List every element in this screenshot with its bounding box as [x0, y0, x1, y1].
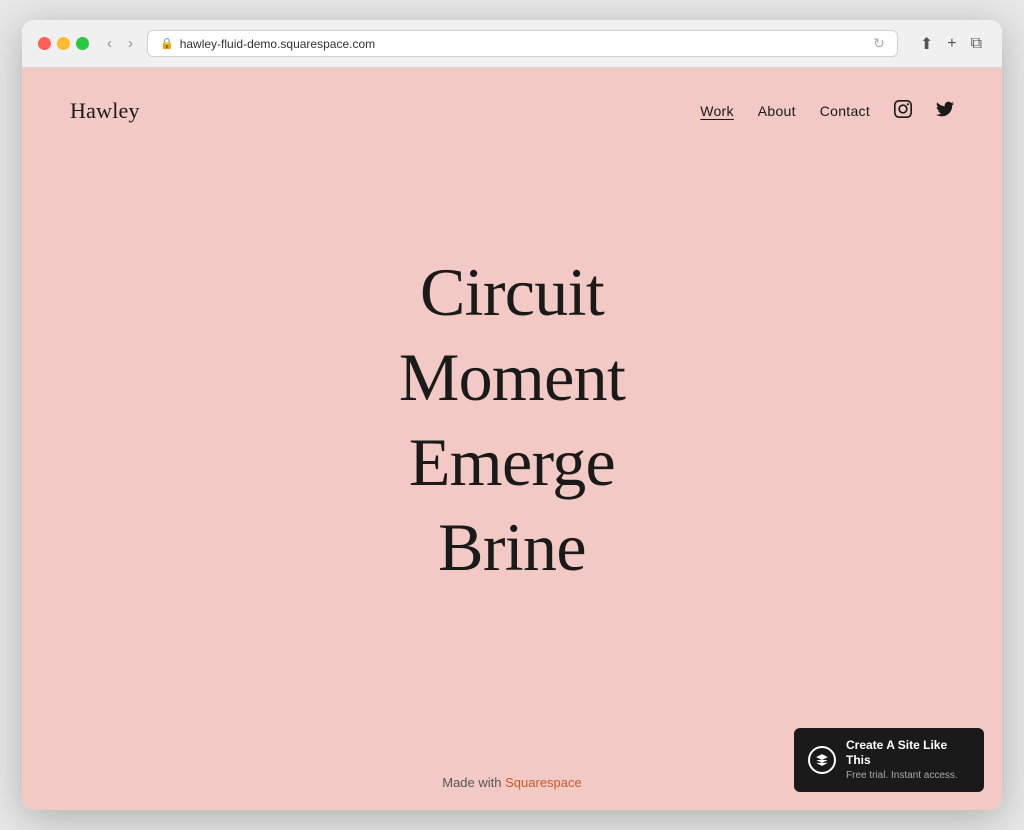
- share-button[interactable]: ⬆: [916, 32, 937, 56]
- address-bar[interactable]: 🔒 hawley-fluid-demo.squarespace.com ↻: [147, 30, 898, 57]
- lock-icon: 🔒: [160, 37, 174, 50]
- browser-controls: ‹ ›: [103, 34, 137, 53]
- browser-window: ‹ › 🔒 hawley-fluid-demo.squarespace.com …: [22, 20, 1002, 810]
- project-list: Circuit Moment Emerge Brine: [399, 250, 625, 590]
- minimize-button[interactable]: [57, 37, 70, 50]
- project-item-1[interactable]: Moment: [399, 335, 625, 420]
- new-tab-button[interactable]: +: [943, 33, 960, 55]
- instagram-icon[interactable]: [894, 100, 912, 123]
- browser-actions: ⬆ + ⧉: [916, 32, 986, 56]
- copy-button[interactable]: ⧉: [967, 33, 986, 55]
- close-button[interactable]: [38, 37, 51, 50]
- badge-sub-text: Free trial. Instant access.: [846, 769, 970, 782]
- twitter-icon[interactable]: [936, 100, 954, 123]
- site-main: Circuit Moment Emerge Brine: [22, 144, 1002, 755]
- footer-prefix: Made with: [442, 775, 505, 790]
- project-item-2[interactable]: Emerge: [409, 420, 615, 505]
- project-item-3[interactable]: Brine: [438, 505, 586, 590]
- maximize-button[interactable]: [76, 37, 89, 50]
- site-header: Hawley Work About Contact: [22, 68, 1002, 144]
- url-text: hawley-fluid-demo.squarespace.com: [180, 37, 375, 51]
- nav-work[interactable]: Work: [700, 103, 734, 119]
- squarespace-link[interactable]: Squarespace: [505, 775, 582, 790]
- nav-about[interactable]: About: [758, 103, 796, 119]
- project-item-0[interactable]: Circuit: [420, 250, 604, 335]
- squarespace-badge[interactable]: Create A Site Like This Free trial. Inst…: [794, 728, 984, 792]
- badge-main-text: Create A Site Like This: [846, 738, 970, 769]
- site-logo[interactable]: Hawley: [70, 98, 140, 124]
- back-button[interactable]: ‹: [103, 34, 116, 53]
- reload-icon[interactable]: ↻: [873, 35, 885, 52]
- browser-chrome: ‹ › 🔒 hawley-fluid-demo.squarespace.com …: [22, 20, 1002, 68]
- badge-text: Create A Site Like This Free trial. Inst…: [846, 738, 970, 782]
- traffic-lights: [38, 37, 89, 50]
- nav-contact[interactable]: Contact: [820, 103, 870, 119]
- site-nav: Work About Contact: [700, 100, 954, 123]
- website-content: Hawley Work About Contact: [22, 68, 1002, 810]
- badge-icon: [808, 746, 836, 774]
- forward-button[interactable]: ›: [124, 34, 137, 53]
